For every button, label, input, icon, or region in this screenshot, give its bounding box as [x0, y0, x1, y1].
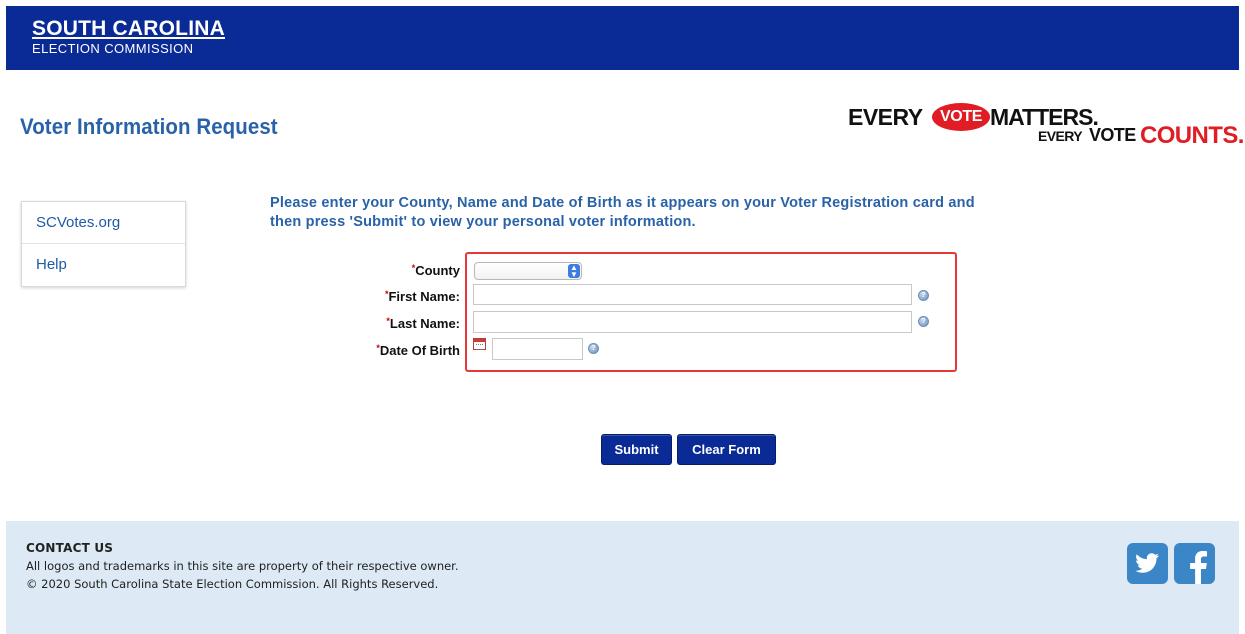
dob-input[interactable]	[492, 338, 583, 360]
first-name-label: *First Name:	[385, 289, 460, 304]
logo-every-small-text: EVERY	[1038, 128, 1083, 144]
sidebar-item-scvotes[interactable]: SCVotes.org	[22, 202, 185, 243]
county-label-text: County	[415, 263, 460, 278]
instructions-line1: Please enter your County, Name and Date …	[270, 195, 975, 211]
footer-trademark-text: All logos and trademarks in this site ar…	[26, 559, 459, 573]
facebook-icon[interactable]	[1174, 543, 1215, 584]
submit-button[interactable]: Submit	[601, 434, 672, 465]
help-icon[interactable]: ?	[918, 316, 929, 327]
twitter-icon[interactable]	[1127, 543, 1168, 584]
logo-matters-text: MATTERS.	[990, 104, 1099, 130]
footer-copyright-text: © 2020 South Carolina State Election Com…	[26, 577, 439, 591]
sidebar-item-help[interactable]: Help	[22, 243, 185, 285]
last-name-input[interactable]	[473, 311, 912, 333]
instructions-line2: then press 'Submit' to view your persona…	[270, 214, 696, 230]
help-icon[interactable]: ?	[588, 343, 599, 354]
logo-vote-small-text: VOTE	[1089, 125, 1136, 145]
county-label: *County	[412, 263, 460, 278]
help-icon[interactable]: ?	[918, 290, 929, 301]
dob-label-text: Date Of Birth	[379, 343, 460, 358]
dob-label: *Date Of Birth	[376, 343, 460, 358]
logo-vote-oval: VOTE	[932, 103, 990, 131]
clear-form-button[interactable]: Clear Form	[677, 434, 776, 465]
first-name-input[interactable]	[473, 284, 912, 305]
every-vote-matters-logo: EVERY VOTE MATTERS. EVERY VOTE COUNTS.	[848, 98, 1244, 154]
sidebar-nav: SCVotes.org Help	[21, 201, 186, 287]
page-title: Voter Information Request	[20, 114, 278, 139]
last-name-label: *Last Name:	[386, 316, 460, 331]
select-arrows-icon: ▲ ▼	[568, 264, 580, 279]
logo-every-text: EVERY	[848, 104, 923, 130]
last-name-label-text: Last Name:	[389, 316, 460, 331]
contact-us-heading[interactable]: CONTACT US	[26, 541, 113, 555]
brand-line2: ELECTION COMMISSION	[32, 41, 194, 56]
instructions-text: Please enter your County, Name and Date …	[270, 194, 1090, 232]
header-bar: SOUTH CAROLINA ELECTION COMMISSION	[6, 6, 1239, 70]
facebook-f-glyph	[1190, 551, 1207, 584]
logo-counts-text: COUNTS.	[1140, 122, 1244, 149]
calendar-icon[interactable]	[473, 338, 486, 350]
county-select[interactable]: ▲ ▼	[474, 262, 582, 280]
footer: CONTACT US All logos and trademarks in t…	[6, 521, 1239, 634]
twitter-bird-glyph	[1135, 553, 1159, 573]
brand-logo[interactable]: SOUTH CAROLINA ELECTION COMMISSION	[32, 18, 225, 57]
brand-line1[interactable]: SOUTH CAROLINA	[32, 18, 225, 39]
first-name-label-text: First Name:	[388, 289, 460, 304]
